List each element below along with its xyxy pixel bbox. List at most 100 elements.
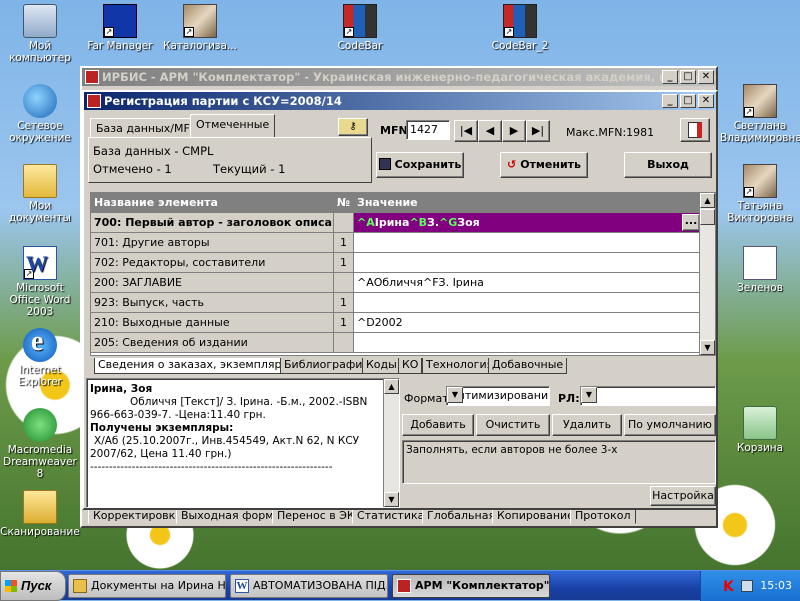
cancel-button[interactable]: ↺ Отменить <box>500 152 588 178</box>
add-button[interactable]: Добавить <box>402 414 474 436</box>
taskbar-item-documents[interactable]: Документы на Ирина Н... <box>68 574 226 598</box>
field-value[interactable] <box>354 253 701 273</box>
antivirus-icon[interactable]: K <box>723 579 734 595</box>
desktop-icon-label: Сканирование <box>0 526 80 538</box>
first-record-button[interactable]: |◀ <box>454 120 478 142</box>
desktop-icon-dreamweaver[interactable]: Macromedia Dreamweaver 8 <box>0 408 80 480</box>
description-scrollbar[interactable]: ▲ ▼ <box>383 379 399 507</box>
column-header-value[interactable]: Значение <box>354 193 701 213</box>
tab-technology[interactable]: Технология <box>422 358 498 374</box>
main-window-titlebar[interactable]: ИРБИС - АРМ "Комплектатор" - Украинская … <box>82 68 716 86</box>
chevron-down-icon[interactable]: ▼ <box>447 387 463 403</box>
desktop-icon-network[interactable]: Сетевое окружение <box>0 84 80 144</box>
tab-codes[interactable]: Коды <box>362 358 401 374</box>
edit-ellipsis-button[interactable]: ... <box>682 214 700 231</box>
description-panel[interactable]: Ірина, Зоя Обличчя [Текст]/ З. Ірина. -Б… <box>86 378 400 508</box>
field-repeat: 1 <box>334 313 354 333</box>
desktop-icon-my-documents[interactable]: Мои документы <box>0 164 80 224</box>
tab-bibliography[interactable]: Библиография <box>280 358 374 374</box>
table-row[interactable]: 205: Сведения об издании <box>91 333 701 353</box>
column-header-name[interactable]: Название элемента <box>91 193 334 213</box>
field-value[interactable] <box>354 293 701 313</box>
table-row[interactable]: 210: Выходные данные 1 ^D2002 <box>91 313 701 333</box>
database-label: База данных - <box>93 144 179 158</box>
clear-button[interactable]: Очистить <box>476 414 550 436</box>
hint-panel: Заполнять, если авторов не более 3-х <box>402 440 716 484</box>
maximize-button[interactable]: □ <box>680 70 696 84</box>
clock[interactable]: 15:03 <box>760 579 792 592</box>
tab-marked[interactable]: Отмеченные <box>190 114 276 138</box>
field-value[interactable]: ^AОбличчя^FЗ. Ірина <box>354 273 701 293</box>
table-row[interactable]: 200: ЗАГЛАВИЕ ^AОбличчя^FЗ. Ірина <box>91 273 701 293</box>
prev-record-button[interactable]: ◀ <box>478 120 502 142</box>
settings-button[interactable]: Настройка <box>650 486 716 506</box>
scroll-down-button[interactable]: ▼ <box>700 340 715 355</box>
desktop-icon-cataloger[interactable]: ↗ Каталогиза... <box>160 4 240 52</box>
desktop-icon-zelenov[interactable]: Зеленов <box>720 246 800 294</box>
tab-database-mfn[interactable]: База данных/MFN <box>90 118 205 138</box>
table-row[interactable]: 702: Редакторы, составители 1 <box>91 253 701 273</box>
description-separator: ----------------------------------------… <box>90 461 333 473</box>
column-header-number[interactable]: № <box>334 193 354 213</box>
field-value-selected[interactable]: ^AІрина^BЗ.^GЗоя ... <box>354 213 701 233</box>
grid-scrollbar[interactable]: ▲ ▼ <box>699 193 715 355</box>
field-value[interactable] <box>354 233 701 253</box>
key-tool-button[interactable]: ⚷ <box>338 118 368 136</box>
scroll-thumb[interactable] <box>700 209 715 225</box>
network-tray-icon[interactable] <box>741 580 753 592</box>
close-button[interactable]: ✕ <box>698 94 714 108</box>
chevron-down-icon[interactable]: ▼ <box>581 387 597 403</box>
desktop-icon-label: Сетевое окружение <box>9 120 71 144</box>
marked-value: 1 <box>164 162 172 176</box>
field-name: 210: Выходные данные <box>91 313 334 333</box>
save-button[interactable]: Сохранить <box>376 152 464 178</box>
print-record-button[interactable] <box>680 118 710 142</box>
scroll-down-button[interactable]: ▼ <box>384 492 399 507</box>
desktop-icon-scanning[interactable]: Сканирование <box>0 490 80 538</box>
tab-ko[interactable]: КО <box>398 358 423 374</box>
dialog-titlebar[interactable]: Регистрация партии с КСУ=2008/14 _ □ ✕ <box>84 92 716 110</box>
scroll-up-button[interactable]: ▲ <box>700 193 715 208</box>
desktop-icon-svetlana[interactable]: ↗ Светлана Владимировна <box>720 84 800 144</box>
desktop-icon-codebar-2[interactable]: ↗ CodeBar_2 <box>480 4 560 52</box>
scroll-up-button[interactable]: ▲ <box>384 379 399 394</box>
next-record-button[interactable]: ▶ <box>502 120 526 142</box>
table-row[interactable]: 923: Выпуск, часть 1 <box>91 293 701 313</box>
start-button[interactable]: Пуск <box>0 571 66 601</box>
field-value[interactable]: ^D2002 <box>354 313 701 333</box>
mfn-input[interactable]: 1427 <box>406 120 450 140</box>
table-row[interactable]: 701: Другие авторы 1 <box>91 233 701 253</box>
close-button[interactable]: ✕ <box>698 70 714 84</box>
desktop-icon-far-manager[interactable]: ↗ Far Manager <box>80 4 160 52</box>
taskbar-item-word-document[interactable]: W АВТОМАТИЗОВАНА ПІД... <box>230 574 388 598</box>
tab-orders-copies[interactable]: Сведения о заказах, экземплярах <box>94 358 299 374</box>
taskbar-item-komplektator[interactable]: АРМ "Комплектатор" <box>392 574 550 598</box>
default-button[interactable]: По умолчанию <box>624 414 716 436</box>
field-value[interactable] <box>354 333 701 353</box>
desktop-icon-label: Far Manager <box>87 40 153 52</box>
tab-additional[interactable]: Добавочные <box>488 358 568 374</box>
desktop-icon-recycle-bin[interactable]: Корзина <box>720 406 800 454</box>
last-record-button[interactable]: ▶| <box>526 120 550 142</box>
delete-button[interactable]: Удалить <box>552 414 622 436</box>
desktop-icon-label: Татьяна Викторовна <box>727 200 793 224</box>
desktop-icon-codebar[interactable]: ↗ CodeBar <box>320 4 400 52</box>
task-label: АВТОМАТИЗОВАНА ПІД... <box>253 579 388 592</box>
marked-line: Отмечено - 1 <box>93 162 172 176</box>
format-label: Формат <box>404 392 449 405</box>
table-row[interactable]: 700: Первый автор - заголовок описания ^… <box>91 213 701 233</box>
format-select[interactable]: Оптимизировани ▼ <box>446 386 550 406</box>
minimize-button[interactable]: _ <box>662 94 678 108</box>
exit-button[interactable]: Выход <box>624 152 712 178</box>
irbis-app-icon <box>397 579 411 593</box>
desktop-icon-word[interactable]: ↗ Microsoft Office Word 2003 <box>0 246 80 318</box>
dreamweaver-icon <box>23 408 57 442</box>
desktop-icon-ie[interactable]: Internet Explorer <box>0 326 80 388</box>
maximize-button[interactable]: □ <box>680 94 696 108</box>
main-window-title: ИРБИС - АРМ "Комплектатор" - Украинская … <box>102 70 716 84</box>
rl-select[interactable]: ▼ <box>580 386 716 406</box>
desktop-icon-my-computer[interactable]: Мой компьютер <box>0 4 80 64</box>
desktop-icon-tatiana[interactable]: ↗ Татьяна Викторовна <box>720 164 800 224</box>
field-name: 702: Редакторы, составители <box>91 253 334 273</box>
minimize-button[interactable]: _ <box>662 70 678 84</box>
